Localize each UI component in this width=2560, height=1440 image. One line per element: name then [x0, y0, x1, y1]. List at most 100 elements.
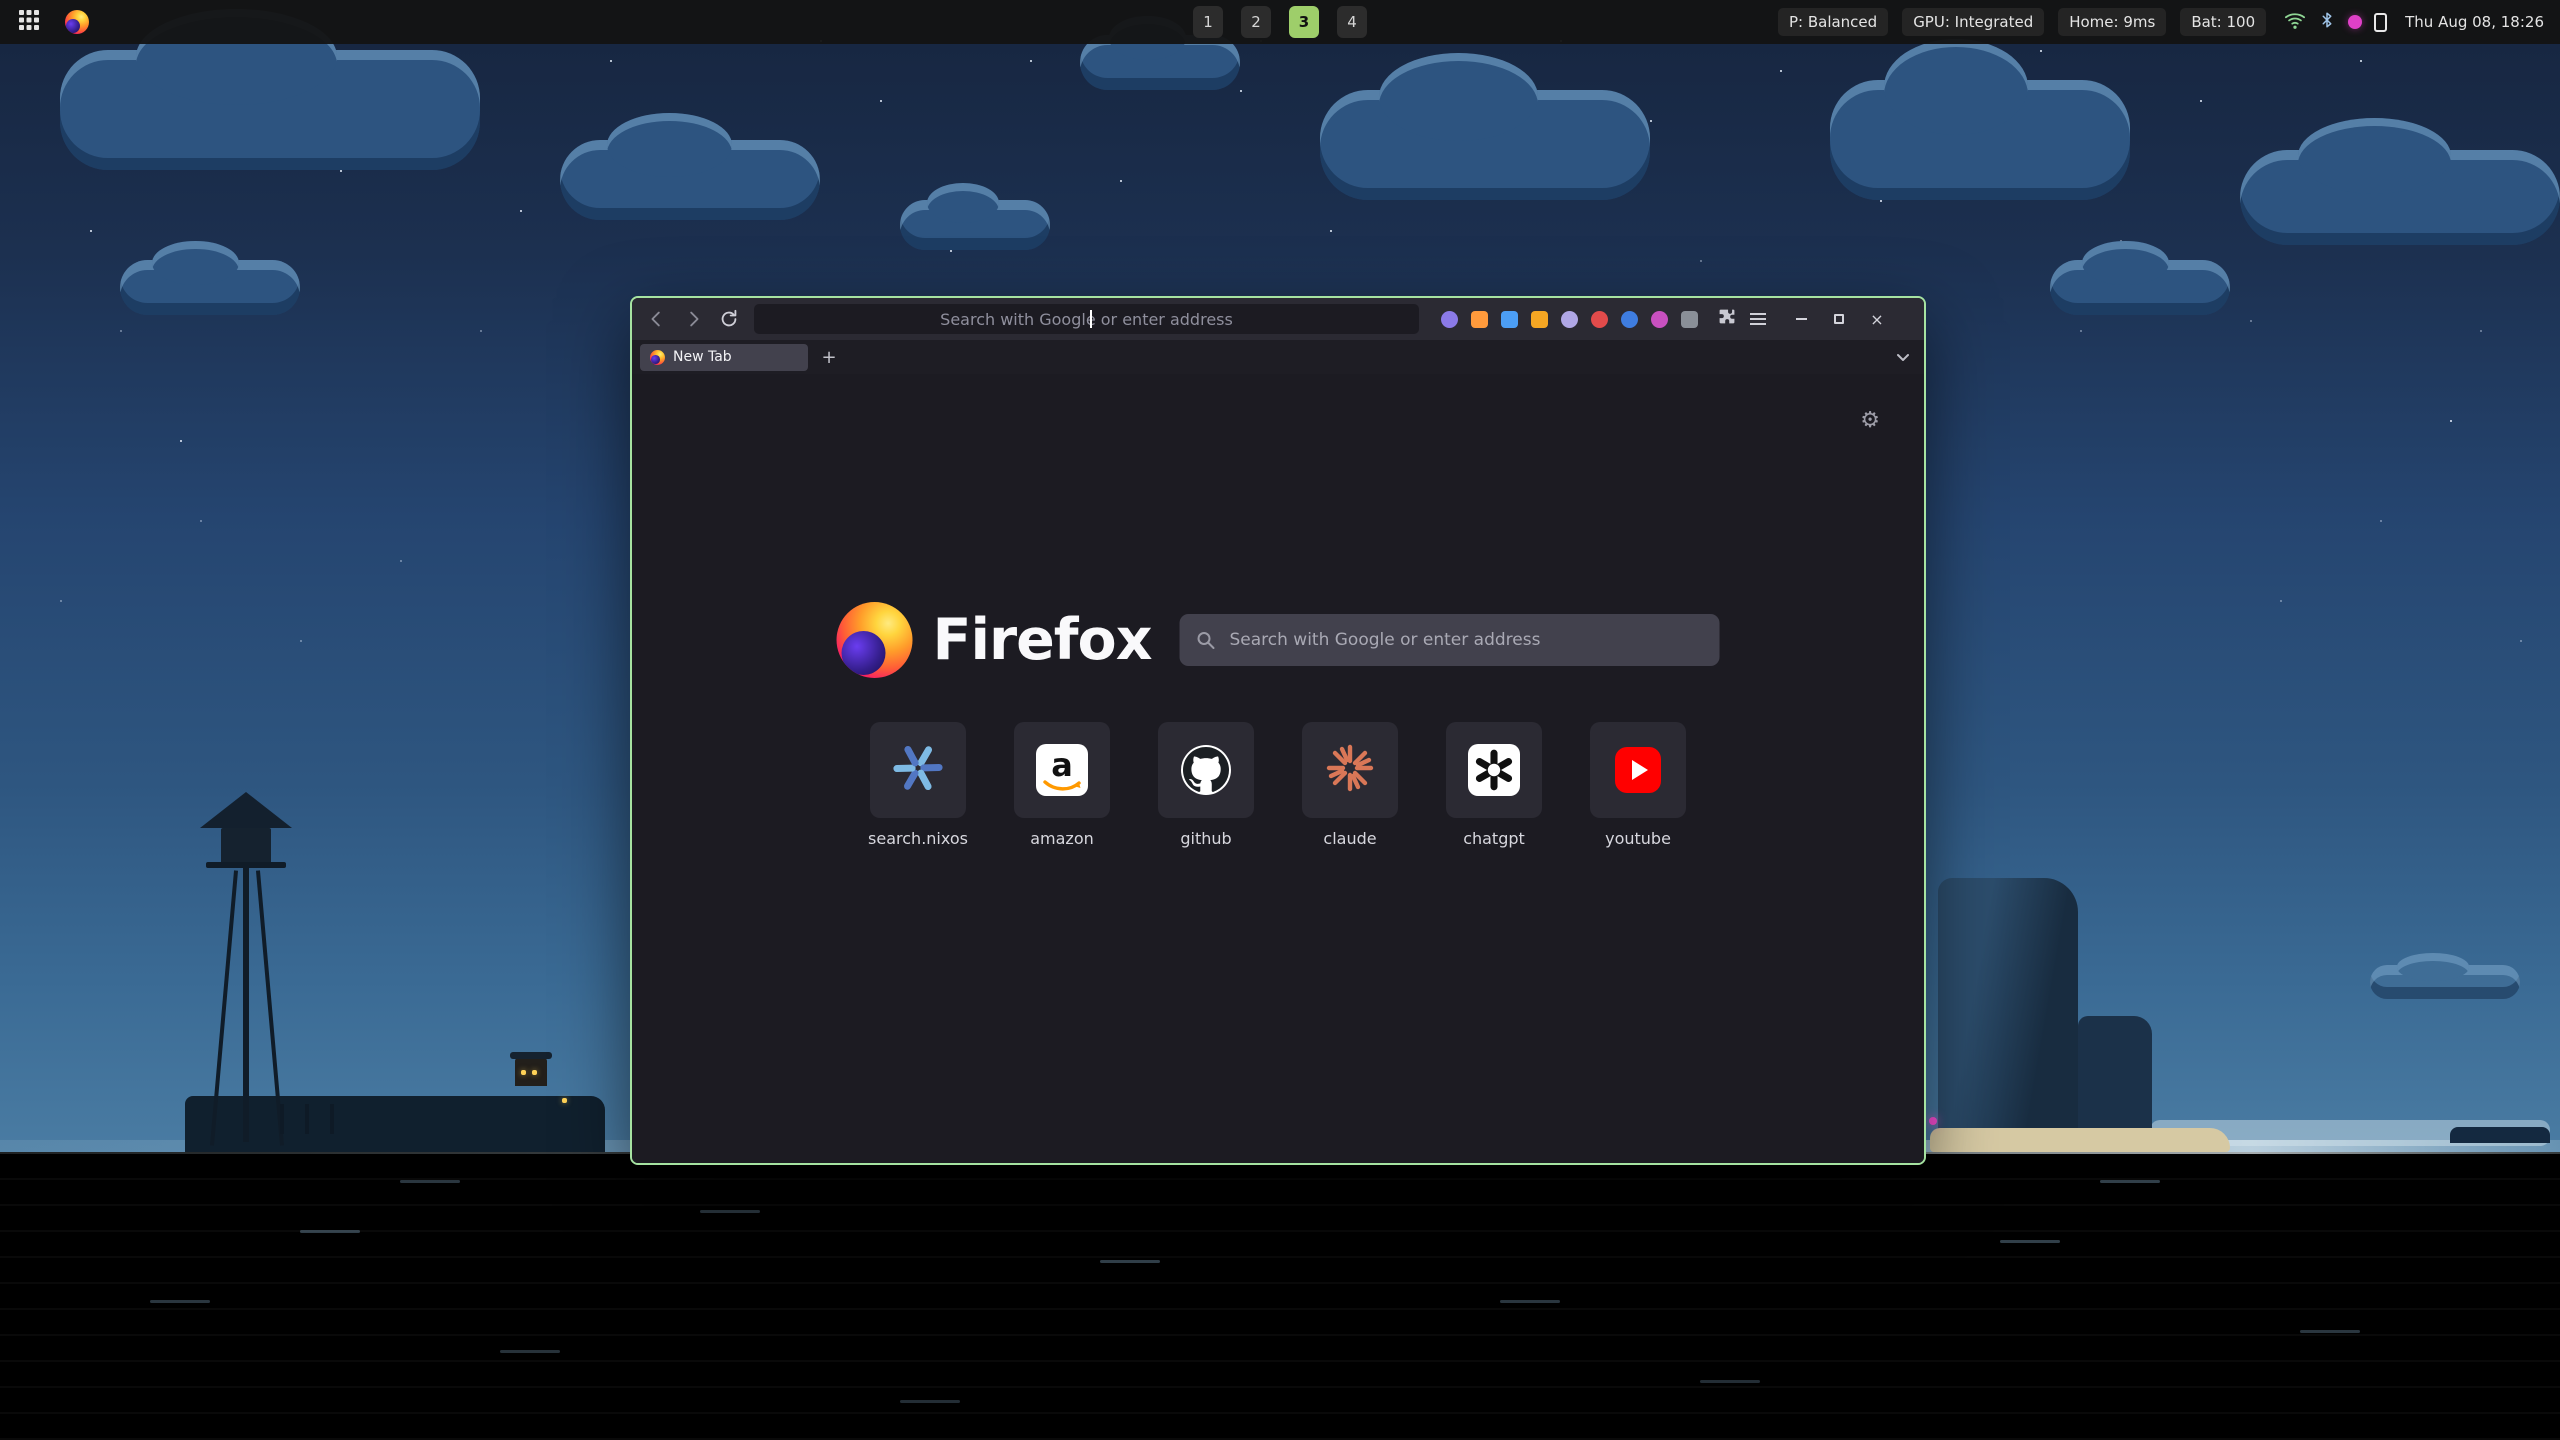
personalize-gear-icon[interactable]: ⚙ — [1860, 408, 1880, 433]
extension-icon-8[interactable] — [1651, 311, 1668, 328]
minimize-icon — [1796, 318, 1807, 320]
wallpaper-beach — [1930, 1128, 2230, 1152]
workspace-3-active[interactable]: 3 — [1289, 6, 1319, 38]
shortcut-label: github — [1180, 829, 1231, 848]
amazon-icon: a — [1036, 744, 1088, 796]
wallpaper-hut — [515, 1058, 547, 1086]
window-controls: × — [1790, 308, 1888, 330]
shortcut-tiles: search.nixos a amazon — [869, 722, 1687, 848]
statusbar-right: P: Balanced GPU: Integrated Home: 9ms Ba… — [1778, 0, 2548, 44]
shortcut-youtube[interactable]: youtube — [1589, 722, 1687, 848]
list-all-tabs-button[interactable] — [1890, 344, 1916, 370]
urlbar — [754, 304, 1419, 334]
watchtower-cabin — [221, 828, 271, 864]
magenta-indicator-icon[interactable] — [2348, 15, 2362, 29]
text-caret — [1090, 310, 1092, 328]
extension-icons — [1441, 311, 1698, 328]
tile — [1158, 722, 1254, 818]
extensions-puzzle-icon[interactable] — [1718, 308, 1736, 330]
latency-module[interactable]: Home: 9ms — [2058, 8, 2166, 36]
tile — [1590, 722, 1686, 818]
minimize-button[interactable] — [1790, 308, 1812, 330]
cloud — [60, 50, 480, 170]
toolbar-menus — [1718, 308, 1766, 330]
extension-icon-9[interactable] — [1681, 311, 1698, 328]
app-launcher-button[interactable] — [14, 7, 44, 37]
youtube-icon — [1615, 747, 1661, 793]
extension-icon-7[interactable] — [1621, 311, 1638, 328]
island-beacon-light — [1929, 1117, 1937, 1125]
tab-title: New Tab — [673, 349, 732, 365]
extension-icon-1[interactable] — [1441, 311, 1458, 328]
tile — [1446, 722, 1542, 818]
workspace-4[interactable]: 4 — [1337, 6, 1367, 38]
shortcut-amazon[interactable]: a amazon — [1013, 722, 1111, 848]
urlbar-input[interactable] — [754, 304, 1419, 334]
gpu-module[interactable]: GPU: Integrated — [1902, 8, 2044, 36]
extension-icon-2[interactable] — [1471, 311, 1488, 328]
firefox-icon — [65, 10, 89, 34]
cloud — [560, 140, 820, 220]
shortcut-label: chatgpt — [1463, 829, 1525, 848]
device-icon[interactable] — [2374, 13, 2387, 32]
tab-new-tab[interactable]: New Tab — [640, 344, 808, 371]
workspace-2[interactable]: 2 — [1241, 6, 1271, 38]
statusbar: 1 2 3 4 P: Balanced GPU: Integrated Home… — [0, 0, 2560, 44]
statusbar-icons — [2280, 10, 2391, 34]
wallpaper-rock-small — [2078, 1016, 2152, 1138]
github-icon — [1181, 745, 1231, 795]
statusbar-left — [0, 7, 92, 37]
wallpaper-sea-texture — [0, 1152, 2560, 1440]
watchtower-pole — [243, 830, 249, 1142]
newtab-hero: Firefox — [837, 602, 1720, 678]
power-profile-module[interactable]: P: Balanced — [1778, 8, 1888, 36]
shortcut-label: search.nixos — [868, 829, 968, 848]
shortcut-chatgpt[interactable]: chatgpt — [1445, 722, 1543, 848]
back-button[interactable] — [642, 304, 672, 334]
extension-icon-4[interactable] — [1531, 311, 1548, 328]
shortcut-label: amazon — [1030, 829, 1094, 848]
cloud — [120, 260, 300, 315]
cloud-horizon — [2370, 965, 2520, 999]
claude-icon — [1325, 743, 1375, 797]
shortcut-search-nixos[interactable]: search.nixos — [869, 722, 967, 848]
extension-icon-5[interactable] — [1561, 311, 1578, 328]
wallpaper-islet — [2450, 1127, 2550, 1143]
dock-post — [305, 1104, 309, 1134]
dock-post — [330, 1104, 334, 1134]
maximize-icon — [1834, 314, 1844, 324]
extension-icon-6[interactable] — [1591, 311, 1608, 328]
reload-button[interactable] — [714, 304, 744, 334]
desktop: 1 2 3 4 P: Balanced GPU: Integrated Home… — [0, 0, 2560, 1440]
close-button[interactable]: × — [1866, 308, 1888, 330]
workspace-1[interactable]: 1 — [1193, 6, 1223, 38]
tile — [870, 722, 966, 818]
newtab-search-input[interactable] — [1179, 614, 1719, 666]
forward-button[interactable] — [678, 304, 708, 334]
tile: a — [1014, 722, 1110, 818]
cloud — [2240, 150, 2560, 245]
bluetooth-icon[interactable] — [2318, 10, 2336, 34]
newtab-search-field — [1179, 614, 1719, 666]
battery-module[interactable]: Bat: 100 — [2180, 8, 2266, 36]
apps-grid-icon — [18, 9, 40, 35]
clock[interactable]: Thu Aug 08, 18:26 — [2405, 13, 2548, 31]
path-light — [562, 1098, 567, 1103]
maximize-button[interactable] — [1828, 308, 1850, 330]
extension-icon-3[interactable] — [1501, 311, 1518, 328]
tile — [1302, 722, 1398, 818]
wallpaper-rock-island — [1938, 878, 2078, 1136]
menu-hamburger-icon[interactable] — [1750, 318, 1766, 320]
cloud — [1830, 80, 2130, 200]
dock-post — [280, 1104, 284, 1134]
shortcut-github[interactable]: github — [1157, 722, 1255, 848]
firefox-logo-icon — [837, 602, 913, 678]
shortcut-claude[interactable]: claude — [1301, 722, 1399, 848]
firefox-launcher-button[interactable] — [62, 7, 92, 37]
firefox-window: × New Tab + ⚙ Firefox — [630, 296, 1926, 1165]
tab-bar: New Tab + — [632, 340, 1924, 374]
new-tab-button[interactable]: + — [816, 344, 842, 370]
wifi-icon[interactable] — [2284, 10, 2306, 34]
search-icon — [1195, 630, 1215, 650]
cloud — [1320, 90, 1650, 200]
